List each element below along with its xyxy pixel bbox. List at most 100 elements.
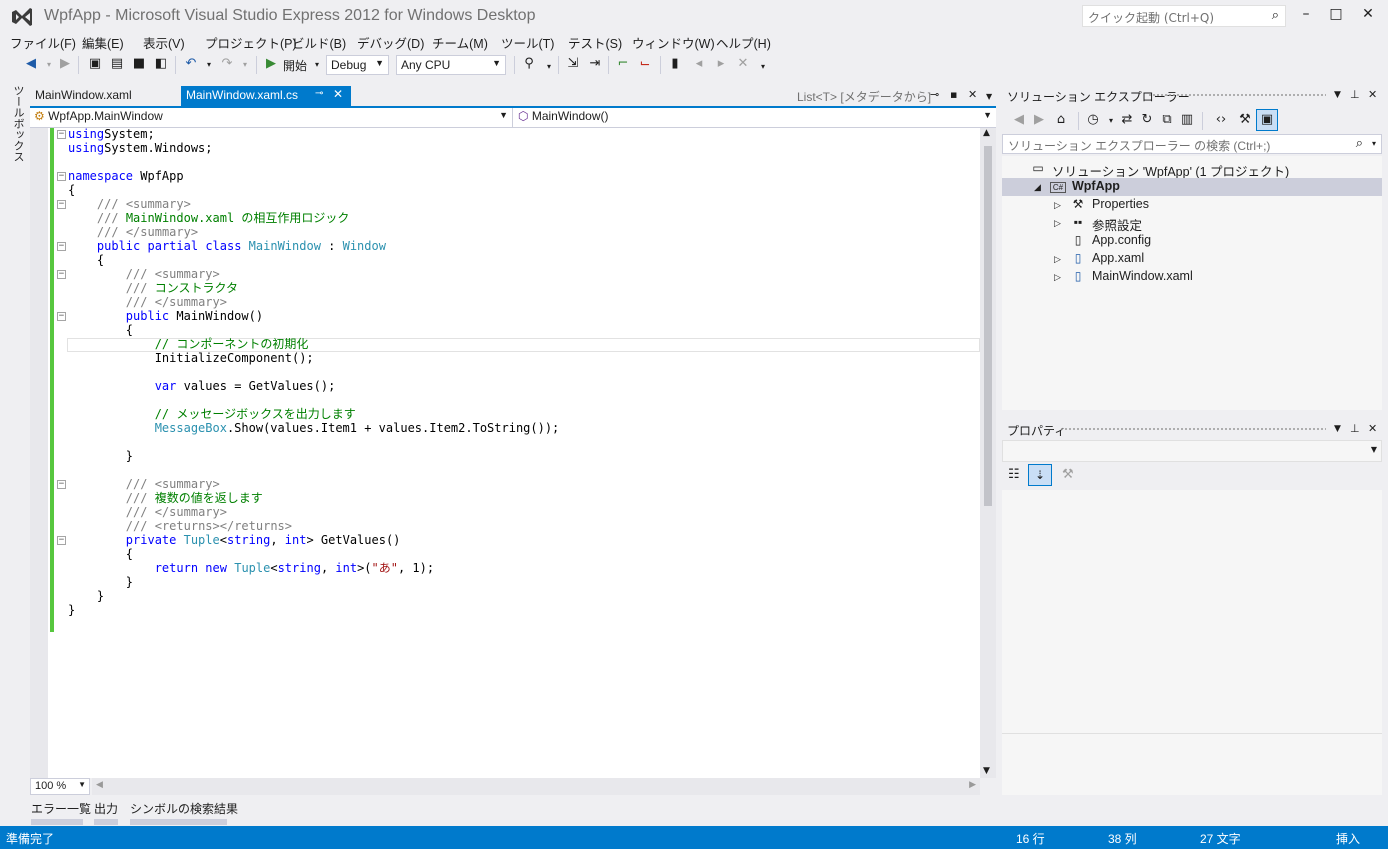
fold-toggle-icon[interactable]: − <box>57 130 66 139</box>
properties-wrench-icon[interactable]: ⚒ <box>1236 112 1254 127</box>
show-all-files-icon[interactable]: ▥ <box>1178 112 1196 127</box>
menu-test[interactable]: テスト(S) <box>568 33 622 52</box>
tree-item[interactable]: ▯ App.config <box>1002 232 1382 250</box>
type-dropdown[interactable]: ⚙ WpfApp.MainWindow ▼ <box>30 108 512 127</box>
property-pages-icon[interactable]: ⚒ <box>1062 467 1074 482</box>
member-dropdown[interactable]: ⬡ MainWindow() ▼ <box>514 108 996 127</box>
scroll-left-icon[interactable]: ◀ <box>96 780 103 790</box>
refresh-icon[interactable]: ↻ <box>1138 112 1156 127</box>
vertical-scroll-thumb[interactable] <box>984 146 992 506</box>
close-icon[interactable]: ✕ <box>1368 422 1377 435</box>
fold-toggle-icon[interactable]: − <box>57 536 66 545</box>
pin-icon[interactable]: ⊸ <box>930 88 939 101</box>
save-icon[interactable]: ■ <box>130 56 148 71</box>
sync-with-document-icon[interactable]: ⇄ <box>1118 112 1136 127</box>
fold-toggle-icon[interactable]: − <box>57 312 66 321</box>
alphabetical-sort-icon[interactable]: ⇣ <box>1028 464 1052 486</box>
expanded-arrow-icon[interactable]: ◢ <box>1034 182 1041 193</box>
tab-error-list[interactable]: エラー一覧 <box>31 800 91 817</box>
menu-window[interactable]: ウィンドウ(W) <box>632 33 715 52</box>
tree-item[interactable]: ▷ ▯ App.xaml <box>1002 250 1382 268</box>
tree-item[interactable]: ▷ ⚒ Properties <box>1002 196 1382 214</box>
new-project-icon[interactable]: ▣ <box>86 56 104 71</box>
tree-item[interactable]: ◢ C# WpfApp <box>1002 178 1382 196</box>
menu-project[interactable]: プロジェクト(P) <box>205 33 297 52</box>
save-all-icon[interactable]: ◧ <box>152 56 170 71</box>
tab-mainwindow-xaml[interactable]: MainWindow.xaml <box>30 86 137 106</box>
redo-icon[interactable]: ↷ <box>218 56 236 71</box>
tab-mainwindow-xaml-cs[interactable]: MainWindow.xaml.cs ⊸ ✕ <box>181 86 351 106</box>
pin-icon[interactable]: ⊥ <box>1350 88 1360 101</box>
toolbar-overflow-icon[interactable]: ▾ <box>540 62 558 71</box>
menu-team[interactable]: チーム(M) <box>432 33 488 52</box>
solution-explorer-search-input[interactable]: ソリューション エクスプローラー の検索 (Ctrl+;) ⌕ ▾ <box>1002 134 1382 154</box>
tab-output[interactable]: 出力 <box>94 800 118 817</box>
menu-tools[interactable]: ツール(T) <box>501 33 554 52</box>
close-tab-icon[interactable]: ✕ <box>333 87 343 101</box>
panel-splitter[interactable] <box>1002 410 1382 418</box>
fold-toggle-icon[interactable]: − <box>57 200 66 209</box>
solution-configuration-dropdown[interactable]: Debug ▼ <box>326 55 389 75</box>
preview-selected-items-icon[interactable]: ▣ <box>1256 109 1278 131</box>
collapsed-arrow-icon[interactable]: ▷ <box>1054 218 1061 229</box>
home-icon[interactable]: ⌂ <box>1052 112 1070 127</box>
properties-object-dropdown[interactable]: ▼ <box>1002 440 1382 462</box>
toolbox-side-tab[interactable]: ツールボックス <box>10 85 26 162</box>
tree-item[interactable]: ▷ ▯ MainWindow.xaml <box>1002 268 1382 286</box>
panel-menu-icon[interactable]: ▼ <box>1334 424 1341 434</box>
collapsed-arrow-icon[interactable]: ▷ <box>1054 254 1061 265</box>
forward-icon[interactable]: ▶ <box>1030 112 1048 127</box>
categorized-icon[interactable]: ☷ <box>1008 467 1020 482</box>
view-code-icon[interactable]: ‹› <box>1212 112 1230 127</box>
tab-overflow-icon[interactable]: ▼ <box>986 92 992 101</box>
start-dropdown-icon[interactable]: ▾ <box>308 60 326 69</box>
minimize-button[interactable]: – <box>1292 4 1320 26</box>
close-button[interactable]: ✕ <box>1354 4 1382 26</box>
uncomment-lines-icon[interactable]: ⌙ <box>636 56 654 71</box>
clear-bookmarks-icon[interactable]: ✕ <box>734 56 752 71</box>
scroll-right-icon[interactable]: ▶ <box>969 780 976 790</box>
step-over-icon[interactable]: ⇥ <box>586 56 604 71</box>
menu-edit[interactable]: 編集(E) <box>82 33 124 52</box>
search-options-dropdown-icon[interactable]: ▾ <box>1372 139 1376 148</box>
horizontal-scrollbar[interactable]: ◀ ▶ <box>92 778 980 795</box>
pin-icon[interactable]: ⊥ <box>1350 422 1360 435</box>
zoom-dropdown[interactable]: 100 % ▼ <box>30 778 90 795</box>
comment-lines-icon[interactable]: ⌐ <box>614 56 632 71</box>
menu-view[interactable]: 表示(V) <box>143 33 185 52</box>
split-icon[interactable]: ▪ <box>950 88 957 101</box>
menu-help[interactable]: ヘルプ(H) <box>716 33 771 52</box>
menu-file[interactable]: ファイル(F) <box>10 33 76 52</box>
toggle-bookmark-icon[interactable]: ▮ <box>666 56 684 71</box>
redo-dropdown-icon[interactable]: ▾ <box>236 60 254 69</box>
navigate-back-icon[interactable]: ◀ <box>22 56 40 71</box>
fold-toggle-icon[interactable]: − <box>57 480 66 489</box>
tab-list-metadata[interactable]: List<T> [メタデータから] <box>797 88 931 105</box>
navigate-forward-icon[interactable]: ▶ <box>56 56 74 71</box>
scroll-down-icon[interactable]: ▼ <box>983 766 990 776</box>
undo-dropdown-icon[interactable]: ▾ <box>200 60 218 69</box>
pin-icon[interactable]: ⊸ <box>315 88 323 99</box>
close-icon[interactable]: ✕ <box>1368 88 1377 101</box>
tree-item[interactable]: ▭ ソリューション 'WpfApp' (1 プロジェクト) <box>1002 160 1382 179</box>
open-file-icon[interactable]: ▤ <box>108 56 126 71</box>
tab-find-symbol-results[interactable]: シンボルの検索結果 <box>130 800 238 817</box>
solution-platform-dropdown[interactable]: Any CPU ▼ <box>396 55 506 75</box>
collapsed-arrow-icon[interactable]: ▷ <box>1054 272 1061 283</box>
menu-debug[interactable]: デバッグ(D) <box>357 33 424 52</box>
previous-bookmark-icon[interactable]: ◂ <box>690 56 708 71</box>
fold-toggle-icon[interactable]: − <box>57 172 66 181</box>
quick-launch-input[interactable]: クイック起動 (Ctrl+Q) ⌕ <box>1082 5 1286 27</box>
tree-item[interactable]: ▷ ▪▪ 参照設定 <box>1002 214 1382 233</box>
start-debugging-icon[interactable]: ▶ <box>262 56 280 71</box>
toolbar-overflow-icon[interactable]: ▾ <box>754 62 772 71</box>
start-button-label[interactable]: 開始 <box>283 57 307 74</box>
back-icon[interactable]: ◀ <box>1010 112 1028 127</box>
fold-toggle-icon[interactable]: − <box>57 270 66 279</box>
menu-build[interactable]: ビルド(B) <box>292 33 346 52</box>
fold-toggle-icon[interactable]: − <box>57 242 66 251</box>
pending-changes-filter-icon[interactable]: ◷ <box>1084 112 1102 127</box>
next-bookmark-icon[interactable]: ▸ <box>712 56 730 71</box>
find-in-files-icon[interactable]: ⚲ <box>520 56 538 71</box>
collapsed-arrow-icon[interactable]: ▷ <box>1054 200 1061 211</box>
